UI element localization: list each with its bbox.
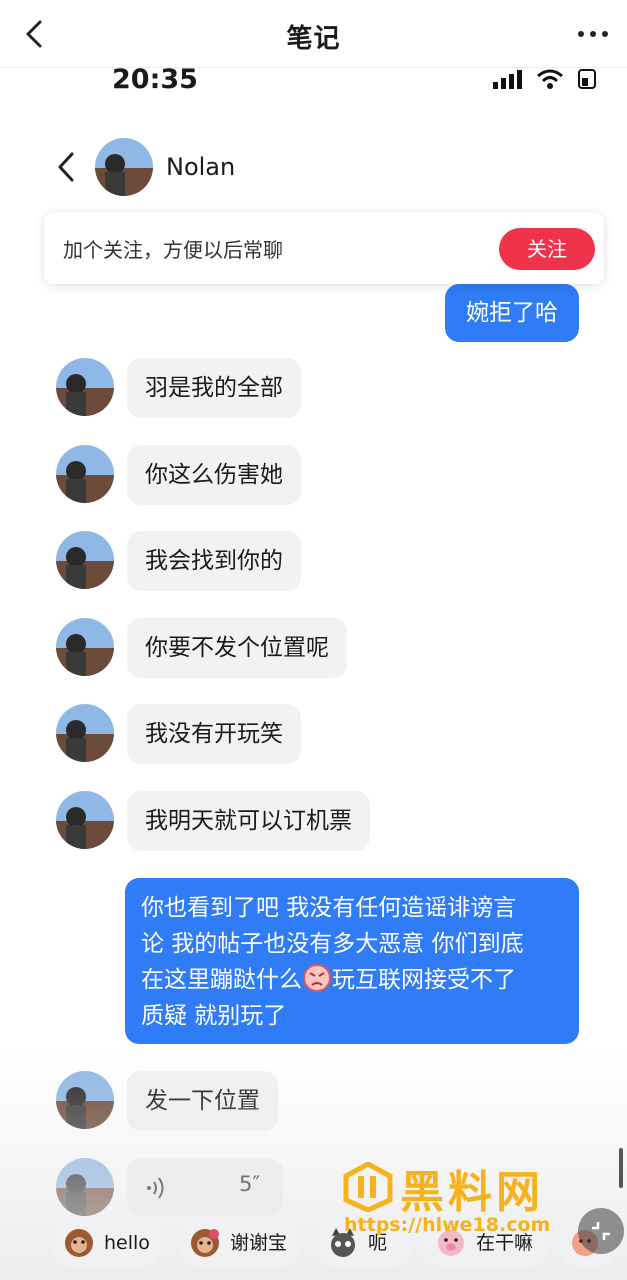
message-text: 在这里蹦跶什么 — [141, 967, 302, 993]
voice-wave-icon — [147, 1177, 164, 1199]
message-bubble-incoming: 我明天就可以订机票 — [127, 791, 370, 851]
ellipsis-icon[interactable] — [575, 22, 611, 46]
app-header: 笔记 — [0, 0, 627, 68]
message-bubble-incoming: 我会找到你的 — [127, 531, 301, 591]
message-text: 玩互联网接受不了 — [332, 967, 516, 993]
message-bubble-outgoing: 婉拒了哈 — [445, 284, 579, 342]
message-bubble-incoming: 发一下位置 — [127, 1071, 278, 1131]
scrollbar[interactable] — [619, 1148, 623, 1188]
collapse-button[interactable] — [578, 1208, 624, 1254]
message-line: 在这里蹦跶什么 玩互联网接受不了 — [141, 962, 563, 998]
follow-banner: 加个关注，方便以后常聊 关注 — [44, 212, 604, 284]
monkey-flower-sticker-icon — [191, 1229, 219, 1257]
collapse-icon — [592, 1222, 610, 1240]
message-line: 你也看到了吧 我没有任何造谣诽谤言 — [141, 895, 517, 921]
avatar[interactable] — [56, 618, 114, 676]
message-line: 质疑 就别玩了 — [141, 1003, 287, 1029]
avatar[interactable] — [56, 791, 114, 849]
quick-reply-label: 谢谢宝 — [230, 1232, 288, 1254]
message-bubble-outgoing: 你也看到了吧 我没有任何造谣诽谤言 论 我的帖子也没有多大恶意 你们到底 在这里… — [125, 878, 579, 1044]
page-title: 笔记 — [286, 24, 341, 54]
watermark: 黑料网 https://hlwe18.com — [342, 1160, 592, 1250]
watermark-logo-icon — [343, 1162, 393, 1212]
avatar[interactable] — [56, 445, 114, 503]
message-bubble-incoming: 你要不发个位置呢 — [127, 618, 347, 678]
quick-reply-chip[interactable]: hello — [52, 1218, 162, 1268]
avatar[interactable] — [56, 358, 114, 416]
message-bubble-incoming: 羽是我的全部 — [127, 358, 301, 418]
avatar[interactable] — [56, 1071, 114, 1129]
monkey-sticker-icon — [65, 1229, 93, 1257]
watermark-url: https://hlwe18.com — [344, 1214, 551, 1236]
quick-reply-chip[interactable]: 谢谢宝 — [178, 1218, 302, 1268]
angry-emoji-icon — [303, 964, 331, 992]
chat-screenshot: 20:35 Nolan 婉拒了哈 羽是我的全部 你这么伤害她 我会找到你的 你要… — [0, 68, 627, 1280]
message-line: 论 我的帖子也没有多大恶意 你们到底 — [141, 931, 524, 957]
quick-reply-label: hello — [104, 1232, 150, 1254]
follow-prompt: 加个关注，方便以后常聊 — [63, 238, 283, 262]
voice-duration: 5″ — [239, 1172, 261, 1196]
message-bubble-incoming: 你这么伤害她 — [127, 445, 301, 505]
avatar[interactable] — [56, 704, 114, 762]
message-bubble-incoming: 我没有开玩笑 — [127, 704, 301, 764]
watermark-brand: 黑料网 — [400, 1167, 544, 1218]
follow-button[interactable]: 关注 — [499, 228, 595, 270]
avatar[interactable] — [56, 531, 114, 589]
